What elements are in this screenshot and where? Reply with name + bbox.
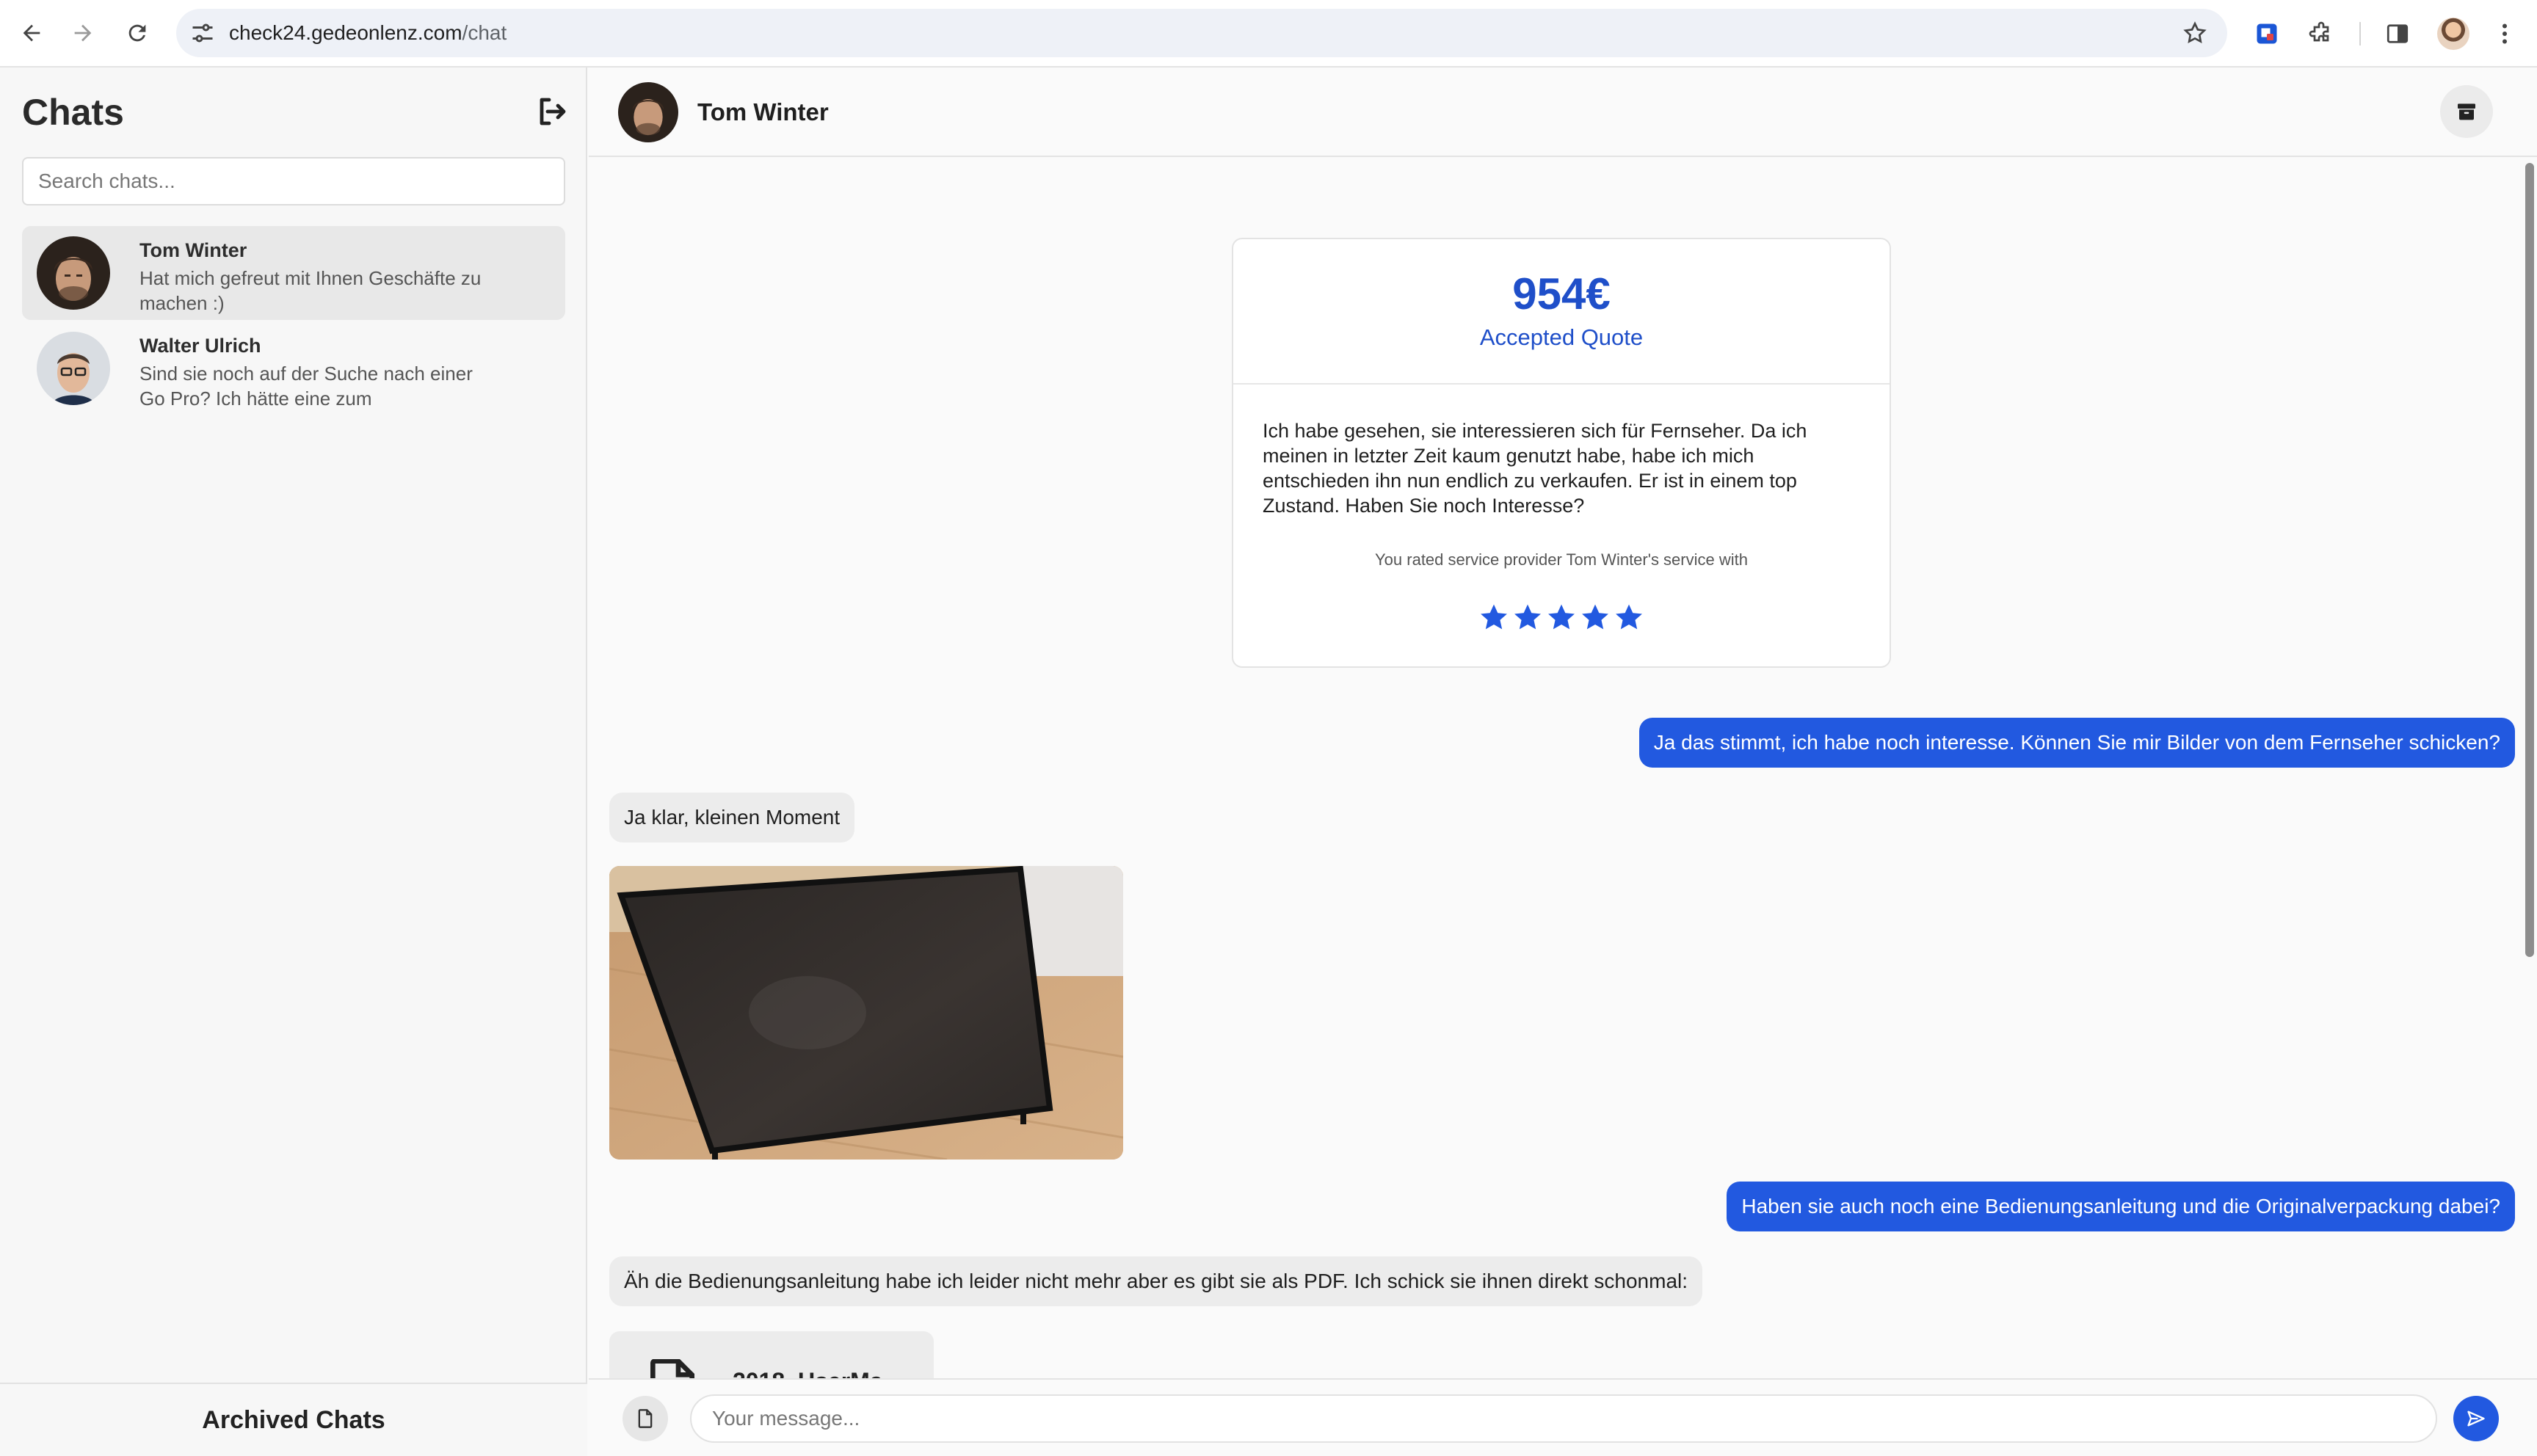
back-button[interactable] (13, 15, 50, 51)
url-path: /chat (462, 21, 507, 44)
star-rating (1233, 602, 1890, 638)
file-icon (638, 1409, 653, 1428)
chat-contact-name: Tom Winter (139, 239, 247, 261)
forward-arrow-icon (74, 24, 92, 42)
browser-toolbar: check24.gedeonlenz.com/chat (0, 0, 2537, 68)
logout-icon[interactable] (534, 94, 570, 129)
message-outgoing: Haben sie auch noch eine Bedienungsanlei… (1727, 1182, 2515, 1231)
toolbar-divider (2359, 22, 2361, 46)
reload-button[interactable] (119, 15, 156, 51)
back-arrow-icon (23, 24, 40, 42)
contact-name: Tom Winter (697, 98, 829, 125)
chat-item-tom-winter[interactable]: Tom Winter Hat mich gefreut mit Ihnen Ge… (22, 226, 565, 320)
puzzle-icon (2309, 21, 2329, 42)
avatar (37, 332, 110, 405)
reload-icon (128, 24, 146, 42)
chat-contact-name: Walter Ulrich (139, 335, 261, 357)
chat-sidebar: Chats Tom Winter Hat mich gefreut mit Ih… (0, 68, 587, 1456)
address-bar[interactable]: check24.gedeonlenz.com/chat (176, 9, 2227, 57)
url-text[interactable]: check24.gedeonlenz.com/chat (229, 9, 507, 57)
chat-preview: Sind sie noch auf der Suche nach einer G… (139, 363, 473, 410)
site-settings-icon[interactable] (189, 20, 216, 46)
extension-button[interactable] (2249, 16, 2284, 51)
chat-item-walter-ulrich[interactable]: Walter Ulrich Sind sie noch auf der Such… (22, 321, 565, 415)
star-icon (1582, 604, 1608, 630)
side-panel-button[interactable] (2380, 16, 2415, 51)
chat-preview: Hat mich gefreut mit Ihnen Geschäfte zu … (139, 267, 482, 314)
accepted-quote-card: 954€ Accepted Quote Ich habe gesehen, si… (1232, 238, 1891, 668)
message-incoming: Äh die Bedienungsanleitung habe ich leid… (609, 1256, 1703, 1306)
quote-divider (1233, 383, 1890, 385)
extension-icon (2257, 23, 2277, 44)
chat-panel: Tom Winter 954€ Accepted Quote Ich habe … (589, 68, 2537, 1456)
attach-file-button[interactable] (623, 1396, 668, 1441)
quote-price: 954€ (1512, 269, 1611, 318)
star-icon (1514, 604, 1541, 630)
messages-scrollbar[interactable] (2525, 163, 2534, 957)
chat-header: Tom Winter (589, 68, 2537, 157)
message-composer (589, 1378, 2537, 1456)
send-button[interactable] (2453, 1396, 2499, 1441)
forward-button[interactable] (65, 15, 101, 51)
message-input[interactable] (690, 1394, 2437, 1443)
browser-profile-avatar[interactable] (2437, 18, 2469, 50)
browser-menu-button[interactable] (2487, 16, 2522, 51)
side-panel-icon (2387, 24, 2409, 43)
avatar (37, 236, 110, 310)
tv-photo[interactable] (609, 866, 1123, 1160)
quote-message: Ich habe gesehen, sie interessieren sich… (1263, 420, 1807, 517)
menu-dots-icon (2502, 23, 2507, 44)
archive-chat-button[interactable] (2440, 85, 2493, 138)
extensions-menu-button[interactable] (2304, 16, 2339, 51)
quote-status-label: Accepted Quote (1479, 324, 1644, 350)
message-incoming: Ja klar, kleinen Moment (609, 793, 855, 842)
url-host: check24.gedeonlenz.com (229, 21, 462, 44)
bookmark-star-icon[interactable] (2182, 20, 2208, 46)
send-icon (2467, 1410, 2485, 1427)
sidebar-title: Chats (22, 92, 124, 133)
archive-box-icon (2458, 103, 2475, 120)
tv-photo-image (609, 866, 1123, 1160)
archived-chats-button[interactable]: Archived Chats (0, 1383, 587, 1456)
message-outgoing: Ja das stimmt, ich habe noch interesse. … (1638, 718, 2515, 768)
star-icon (1548, 604, 1575, 630)
star-icon (1481, 604, 1507, 630)
rating-text: You rated service provider Tom Winter's … (1375, 550, 1748, 569)
search-chats-input[interactable] (22, 157, 565, 205)
contact-avatar (618, 82, 678, 142)
star-icon (1616, 604, 1642, 630)
